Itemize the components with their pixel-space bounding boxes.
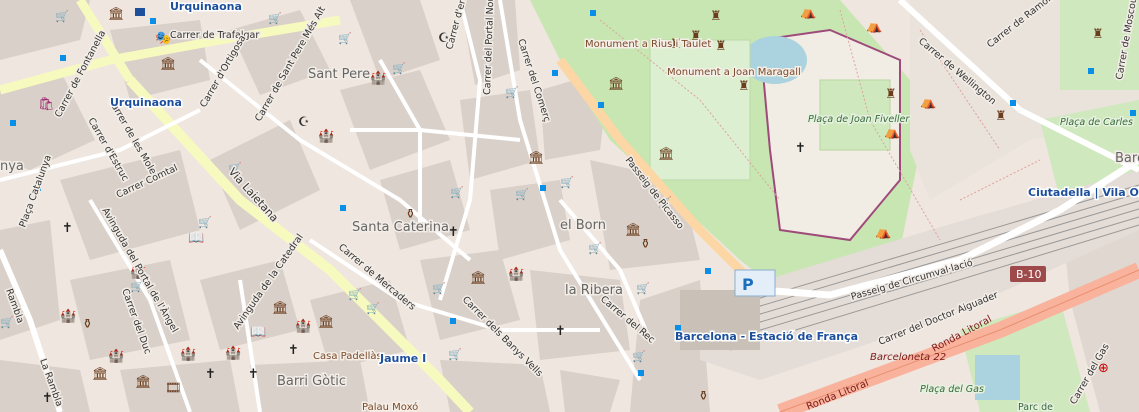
- label-barcelon: Barcelo: [1115, 151, 1139, 166]
- map-canvas[interactable]: 🏛 🎭 🏛 🏰 ☪ ☪ 🏰 🏛 ⚱ ✝ 🏛 ⚱ ✝ ✝ ✝ ✝ ✝ ✝ ✝ 🏛 …: [0, 0, 1139, 412]
- shop-cart-icon: 🛒: [0, 316, 14, 329]
- label-barceloneta-22: Barceloneta 22: [870, 352, 946, 363]
- label-ciutadella: Ciutadella | Vila Olímpica: [1028, 186, 1139, 199]
- shop-cart-icon: 🛒: [450, 186, 464, 199]
- picnic-icon: ⛺: [875, 225, 891, 240]
- shop-cart-icon: 🛒: [348, 288, 362, 301]
- book-icon: 📖: [188, 231, 204, 246]
- castle-icon: 🏰: [508, 266, 524, 282]
- picnic-icon: ⛺: [800, 5, 816, 20]
- shop-icon: 🛍: [38, 96, 55, 112]
- map-view[interactable]: 🏛 🎭 🏛 🏰 ☪ ☪ 🏰 🏛 ⚱ ✝ 🏛 ⚱ ✝ ✝ ✝ ✝ ✝ ✝ ✝ 🏛 …: [0, 0, 1139, 412]
- shop-cart-icon: 🛒: [392, 62, 406, 75]
- label-sant-pere: Sant Pere: [308, 67, 370, 82]
- museum-icon: 🏛: [135, 374, 152, 390]
- label-urquinaona: Urquinaona: [110, 96, 182, 109]
- museum-icon: 🏛: [160, 56, 177, 72]
- church-icon: ✝: [448, 225, 459, 240]
- label-monument-maragall: Monument a Joan Maragall: [667, 67, 801, 78]
- castle-icon: 🏰: [180, 346, 196, 362]
- museum-icon: 🏛: [608, 76, 625, 92]
- parking-label: P: [742, 275, 754, 294]
- church-icon: ✝: [288, 343, 299, 358]
- label-casa-padellas: Casa Padellàs: [313, 350, 382, 362]
- castle-icon: 🏰: [295, 318, 311, 334]
- metro-station-urquinaona[interactable]: [135, 8, 145, 16]
- shop-cart-icon: 🛒: [588, 242, 602, 255]
- label-estacio-franca: Barcelona - Estació de França: [675, 330, 858, 343]
- shop-cart-icon: 🛒: [505, 86, 519, 99]
- museum-icon: 🏛: [108, 6, 125, 22]
- museum-icon: 🏛: [92, 366, 109, 382]
- mosque-icon: ☪: [298, 115, 310, 130]
- vase-icon: ⚱: [82, 317, 93, 332]
- museum-icon: 🏛: [658, 146, 675, 162]
- picnic-icon: ⛺: [866, 19, 882, 34]
- church-icon: ✝: [62, 221, 73, 236]
- picnic-icon: ⛺: [884, 125, 900, 140]
- label-palau-moxo: Palau Moxó: [362, 401, 418, 412]
- cinema-icon: 🎞: [165, 381, 182, 396]
- museum-icon: 🏛: [318, 314, 335, 330]
- shop-cart-icon: 🛒: [366, 302, 380, 315]
- shop-cart-icon: 🛒: [55, 10, 69, 23]
- castle-icon: 🏰: [318, 128, 334, 144]
- church-icon: ✝: [795, 141, 806, 156]
- theatre-icon: 🎭: [155, 31, 171, 46]
- museum-icon: 🏛: [625, 222, 642, 238]
- label-placa-carles: Plaça de Carles: [1060, 117, 1133, 128]
- vase-icon: ⚱: [698, 389, 709, 404]
- shop-cart-icon: 🛒: [560, 176, 574, 189]
- castle-icon: 🏰: [225, 345, 241, 361]
- label-el-born: el Born: [560, 218, 606, 233]
- picnic-icon: ⛺: [920, 95, 936, 110]
- castle-icon: 🏰: [370, 70, 386, 86]
- monument-icon: ♜: [1092, 27, 1104, 42]
- church-icon: ✝: [205, 367, 216, 382]
- monument-icon: ♜: [738, 79, 750, 94]
- vase-icon: ⚱: [640, 237, 651, 252]
- label-urquinaona-top: Urquinaona: [170, 0, 242, 13]
- label-nya: nya: [0, 159, 24, 174]
- label-barri-gotic: Barri Gòtic: [277, 374, 346, 389]
- shop-cart-icon: 🛒: [632, 350, 646, 363]
- label-placa-gas: Plaça del Gas: [920, 384, 984, 395]
- label-placa-fiveller: Plaça de Joan Fiveller: [808, 114, 910, 125]
- shop-cart-icon: 🛒: [198, 216, 212, 229]
- parking-area: [734, 269, 776, 297]
- church-icon: ✝: [555, 324, 566, 339]
- castle-icon: 🏰: [60, 308, 76, 324]
- label-parc-de: Parc de: [1018, 402, 1053, 412]
- label-santa-caterina: Santa Caterina: [352, 220, 449, 235]
- shop-cart-icon: 🛒: [432, 282, 446, 295]
- monument-icon: ♜: [995, 109, 1007, 124]
- castle-icon: 🏰: [108, 348, 124, 364]
- monument-icon: ♜: [710, 9, 722, 24]
- shop-cart-icon: 🛒: [636, 282, 650, 295]
- monument-icon: ♜: [885, 87, 897, 102]
- monument-icon: ♜: [715, 39, 727, 54]
- shop-cart-icon: 🛒: [515, 188, 529, 201]
- museum-icon: 🏛: [272, 300, 289, 316]
- church-icon: ✝: [248, 367, 259, 382]
- label-jaume-i: Jaume I: [379, 352, 426, 365]
- shop-cart-icon: 🛒: [268, 12, 282, 25]
- museum-icon: 🏛: [470, 270, 487, 286]
- museum-icon: 🏛: [528, 150, 545, 166]
- label-monument-rius: Monument a Rius i Taulet: [585, 39, 711, 50]
- shop-cart-icon: 🛒: [338, 32, 352, 45]
- shop-cart-icon: 🛒: [448, 348, 462, 361]
- label-la-ribera: la Ribera: [565, 283, 623, 298]
- b10-label: B-10: [1016, 268, 1042, 281]
- book-icon: 📖: [250, 325, 266, 340]
